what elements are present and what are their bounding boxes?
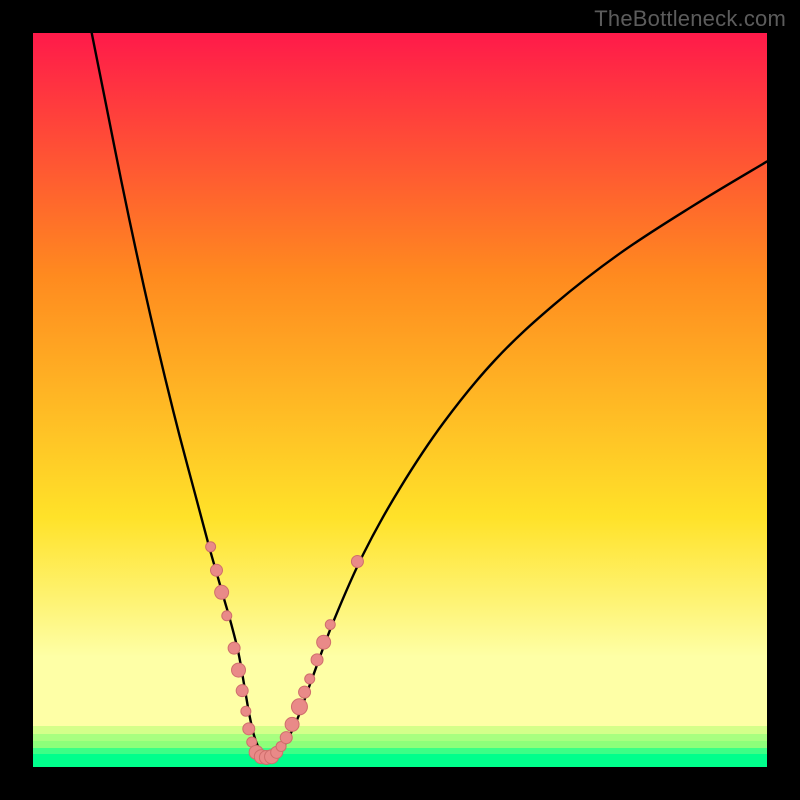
curve-layer	[33, 33, 767, 767]
chart-frame: TheBottleneck.com	[0, 0, 800, 800]
watermark-text: TheBottleneck.com	[594, 6, 786, 32]
data-marker	[236, 685, 248, 697]
data-marker	[325, 620, 335, 630]
data-marker	[311, 654, 323, 666]
data-marker	[351, 555, 363, 567]
data-marker	[241, 706, 251, 716]
plot-area	[33, 33, 767, 767]
data-marker	[280, 732, 292, 744]
data-marker	[285, 717, 299, 731]
data-marker	[299, 686, 311, 698]
data-marker	[305, 674, 315, 684]
data-marker	[222, 611, 232, 621]
bottleneck-curve	[92, 33, 767, 759]
data-marker	[215, 585, 229, 599]
data-marker	[291, 699, 307, 715]
data-marker	[232, 663, 246, 677]
data-marker	[243, 723, 255, 735]
data-marker	[317, 635, 331, 649]
data-marker	[211, 564, 223, 576]
data-marker	[228, 642, 240, 654]
data-marker	[206, 542, 216, 552]
curve-markers	[206, 542, 364, 765]
